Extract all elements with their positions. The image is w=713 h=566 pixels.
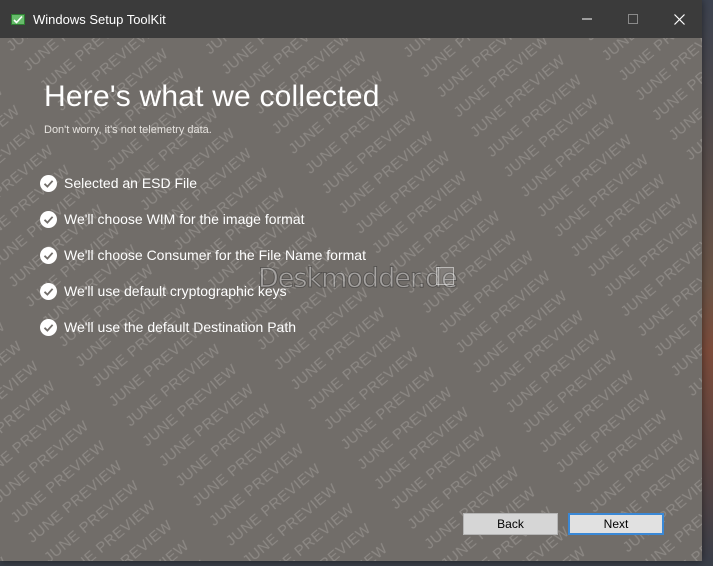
list-item-label: We'll choose Consumer for the File Name …: [64, 247, 366, 263]
site-watermark-logo: Deskmodder.de: [258, 263, 459, 295]
list-item: Selected an ESD File: [40, 174, 366, 210]
site-watermark-mark: [436, 267, 454, 285]
close-button[interactable]: [656, 0, 702, 38]
title-bar[interactable]: Windows Setup ToolKit: [0, 0, 702, 38]
list-item: We'll use the default Destination Path: [40, 318, 366, 354]
list-item-label: We'll choose WIM for the image format: [64, 211, 305, 227]
page-subtitle: Don't worry, it's not telemetry data.: [44, 124, 212, 136]
next-button[interactable]: Next: [568, 513, 664, 535]
check-circle-icon: [40, 283, 57, 300]
minimize-icon: [582, 18, 592, 20]
list-item-label: Selected an ESD File: [64, 175, 198, 191]
check-circle-icon: [40, 211, 57, 228]
maximize-icon: [628, 14, 638, 24]
list-item-label: We'll use the default Destination Path: [64, 319, 296, 335]
back-button[interactable]: Back: [463, 513, 558, 535]
close-icon: [673, 13, 685, 25]
page-title: Here's what we collected: [44, 80, 380, 113]
desktop-bottom-edge: [0, 561, 713, 566]
check-circle-icon: [40, 319, 57, 336]
list-item: We'll choose WIM for the image format: [40, 210, 366, 246]
minimize-button[interactable]: [564, 0, 610, 38]
content-area: JUNE PREVIEW Here's what we collected Do…: [0, 38, 702, 561]
check-circle-icon: [40, 247, 57, 264]
window-title: Windows Setup ToolKit: [33, 12, 166, 27]
maximize-button[interactable]: [610, 0, 656, 38]
setup-toolkit-window: Windows Setup ToolKit JUNE PREVIEW: [0, 0, 702, 561]
desktop-wallpaper-edge: [702, 0, 713, 566]
app-icon: [11, 14, 25, 25]
check-circle-icon: [40, 175, 57, 192]
list-item-label: We'll use default cryptographic keys: [64, 283, 287, 299]
